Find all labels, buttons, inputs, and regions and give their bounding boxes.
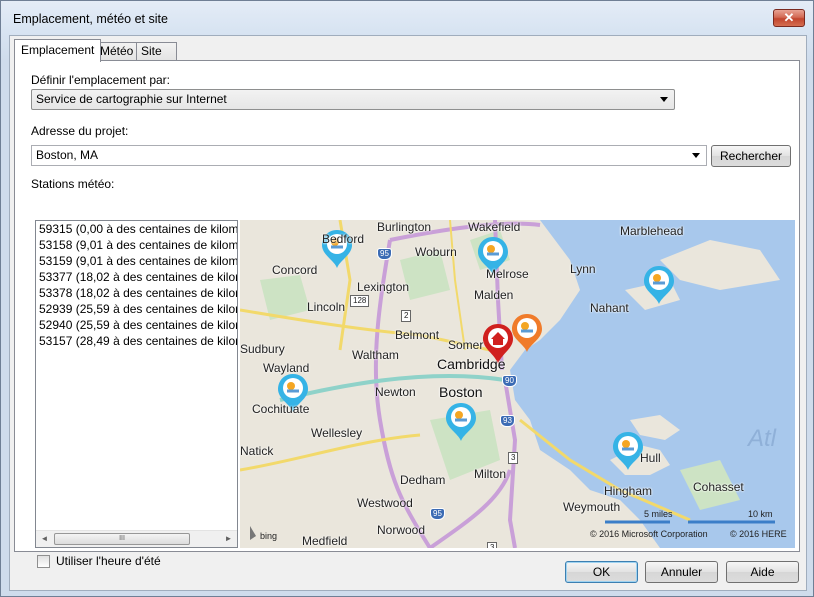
stations-label: Stations météo: <box>31 177 115 191</box>
map-label-dedham: Dedham <box>400 473 446 487</box>
map-label-boston: Boston <box>439 384 483 400</box>
ok-button[interactable]: OK <box>565 561 638 583</box>
chevron-down-icon[interactable] <box>692 153 700 158</box>
title-bar[interactable]: Emplacement, météo et site ✕ <box>1 1 813 35</box>
list-item[interactable]: 52940 (25,59 à des centaines de kilor <box>36 317 237 333</box>
dst-label: Utiliser l'heure d'été <box>56 554 161 568</box>
bing-logo: bing <box>260 531 278 541</box>
tab-meteo[interactable]: Météo <box>95 42 139 61</box>
map-label-lexington: Lexington <box>357 280 410 294</box>
define-location-value: Service de cartographie sur Internet <box>36 92 227 106</box>
map-label-melrose: Melrose <box>486 267 529 281</box>
scroll-thumb[interactable]: III <box>54 533 190 545</box>
define-location-select[interactable]: Service de cartographie sur Internet <box>31 89 675 110</box>
map-label-nahant: Nahant <box>590 301 629 315</box>
define-location-label: Définir l'emplacement par: <box>31 73 171 87</box>
tab-emplacement[interactable]: Emplacement <box>14 39 102 62</box>
search-button[interactable]: Rechercher <box>711 145 791 167</box>
list-item[interactable]: 53159 (9,01 à des centaines de kilom <box>36 253 237 269</box>
list-item[interactable]: 53377 (18,02 à des centaines de kilor <box>36 269 237 285</box>
map-label-belmont: Belmont <box>395 328 440 342</box>
cancel-button[interactable]: Annuler <box>645 561 718 583</box>
map-label-norwood: Norwood <box>377 523 426 537</box>
map-label-somerville: Somer <box>448 338 484 352</box>
map-label-woburn: Woburn <box>415 245 457 259</box>
list-item[interactable]: 52939 (25,59 à des centaines de kilor <box>36 301 237 317</box>
map-label-waltham: Waltham <box>352 348 399 362</box>
list-item[interactable]: 53158 (9,01 à des centaines de kilom <box>36 237 237 253</box>
map-copyright: © 2016 Microsoft Corporation <box>590 529 708 539</box>
map-label-malden: Malden <box>474 288 514 302</box>
address-combobox[interactable]: Boston, MA <box>31 145 707 166</box>
weather-station-map[interactable]: Bedford Burlington Wakefield Marblehead … <box>240 220 795 548</box>
window-title: Emplacement, météo et site <box>13 12 168 26</box>
route-shield: 93 <box>500 415 515 427</box>
map-label-burlington: Burlington <box>377 220 432 234</box>
route-shield: 3 <box>487 542 498 548</box>
route-shield: 95 <box>430 508 445 520</box>
close-button[interactable]: ✕ <box>773 9 805 27</box>
list-item[interactable]: 53378 (18,02 à des centaines de kilor <box>36 285 237 301</box>
list-item[interactable]: 59315 (0,00 à des centaines de kilom <box>36 221 237 237</box>
map-copyright-here: © 2016 HERE <box>730 529 787 539</box>
map-label-wakefield: Wakefield <box>468 220 521 234</box>
map-label-milton: Milton <box>474 467 507 481</box>
route-shield: 3 <box>508 452 519 464</box>
address-value: Boston, MA <box>36 148 99 162</box>
map-label-hull: Hull <box>640 451 661 465</box>
close-icon: ✕ <box>783 10 795 25</box>
map-label-hingham: Hingham <box>604 484 653 498</box>
scroll-left-icon[interactable]: ◄ <box>36 531 53 547</box>
map-label-atlantic: Atl <box>748 425 777 452</box>
map-label-newton: Newton <box>375 385 416 399</box>
map-label-cohasset: Cohasset <box>693 480 744 494</box>
map-label-concord: Concord <box>272 263 318 277</box>
map-label-bedford: Bedford <box>322 232 365 246</box>
dialog-client: Emplacement Météo Site Définir l'emplace… <box>9 35 807 591</box>
map-label-marblehead: Marblehead <box>620 224 684 238</box>
map-label-wellesley: Wellesley <box>311 426 363 440</box>
map-label-sudbury: Sudbury <box>240 342 285 356</box>
route-shield: 128 <box>350 295 370 307</box>
map-label-lynn: Lynn <box>570 262 596 276</box>
map-label-medfield: Medfield <box>302 534 348 548</box>
tab-site[interactable]: Site <box>136 42 177 61</box>
address-label: Adresse du projet: <box>31 124 129 138</box>
map-label-westwood: Westwood <box>357 496 413 510</box>
map-label-weymouth: Weymouth <box>563 500 621 514</box>
map-label-natick: Natick <box>240 444 274 458</box>
scale-miles: 5 miles <box>644 509 673 519</box>
map-label-cochituate: Cochituate <box>252 402 310 416</box>
scale-km: 10 km <box>748 509 773 519</box>
route-shield: 95 <box>377 248 392 260</box>
route-shield: 90 <box>502 375 517 387</box>
map-label-wayland: Wayland <box>263 361 310 375</box>
dialog-window: Emplacement, météo et site ✕ Emplacement… <box>0 0 814 597</box>
route-shield: 2 <box>401 310 412 322</box>
help-button[interactable]: Aide <box>726 561 799 583</box>
dst-checkbox[interactable] <box>37 555 50 568</box>
map-label-lincoln: Lincoln <box>307 300 346 314</box>
map-label-cambridge: Cambridge <box>437 356 506 372</box>
scroll-right-icon[interactable]: ► <box>220 531 237 547</box>
stations-listbox[interactable]: 59315 (0,00 à des centaines de kilom 531… <box>35 220 238 548</box>
tab-panel-emplacement: Définir l'emplacement par: Service de ca… <box>14 60 800 568</box>
list-item[interactable]: 53157 (28,49 à des centaines de kilor <box>36 333 237 349</box>
chevron-down-icon <box>660 97 668 102</box>
horizontal-scrollbar[interactable]: ◄ III ► <box>36 530 237 547</box>
